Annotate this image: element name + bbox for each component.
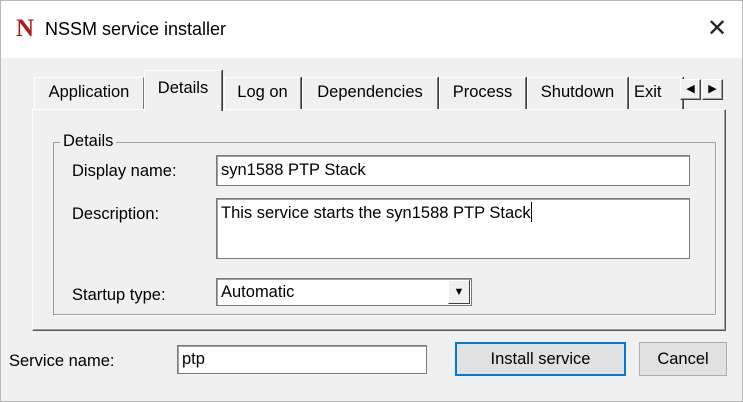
text-caret (530, 202, 532, 222)
tab-log-on[interactable]: Log on (224, 77, 301, 110)
description-label: Description: (72, 205, 160, 223)
tab-label: Log on (237, 83, 288, 101)
dropdown-button[interactable]: ▼ (448, 280, 470, 304)
tab-label: Process (452, 83, 513, 101)
tab-scroll-right-button[interactable]: ▶ (702, 79, 723, 100)
close-icon: ✕ (706, 15, 728, 42)
cancel-label: Cancel (657, 350, 709, 368)
description-textarea[interactable]: This service starts the syn1588 PTP Stac… (216, 198, 690, 259)
install-service-button[interactable]: Install service (455, 342, 626, 376)
details-group-label: Details (60, 130, 117, 152)
display-name-input[interactable]: syn1588 PTP Stack (216, 155, 690, 186)
display-name-label: Display name: (72, 162, 177, 180)
service-name-input[interactable]: ptp (177, 345, 427, 374)
display-name-value: syn1588 PTP Stack (221, 161, 366, 179)
tab-exit[interactable]: Exit (629, 77, 683, 110)
arrow-right-icon: ▶ (708, 83, 717, 95)
tab-label: Dependencies (317, 83, 423, 101)
arrow-left-icon: ◀ (686, 83, 695, 95)
title-bar: N NSSM service installer ✕ (1, 1, 742, 58)
tab-shutdown[interactable]: Shutdown (527, 77, 628, 110)
tab-label: Exit (634, 83, 662, 101)
service-name-value: ptp (182, 350, 205, 368)
tab-label: Shutdown (540, 83, 615, 101)
service-name-label: Service name: (9, 352, 115, 370)
tab-scroll-left-button[interactable]: ◀ (680, 79, 701, 100)
tab-label: Details (157, 79, 209, 97)
window-title: NSSM service installer (45, 19, 227, 39)
tab-dependencies[interactable]: Dependencies (302, 77, 438, 110)
nssm-app-icon: N (16, 15, 35, 42)
close-button[interactable]: ✕ (695, 11, 739, 47)
tab-process[interactable]: Process (439, 77, 526, 110)
startup-type-value: Automatic (221, 283, 295, 301)
startup-type-label: Startup type: (72, 286, 166, 304)
tab-label: Application (48, 83, 130, 101)
startup-type-select[interactable]: Automatic ▼ (216, 278, 472, 306)
tab-application[interactable]: Application (34, 77, 144, 110)
tab-details[interactable]: Details (144, 70, 222, 111)
chevron-down-icon: ▼ (453, 286, 465, 298)
description-value: This service starts the syn1588 PTP Stac… (221, 204, 531, 222)
cancel-button[interactable]: Cancel (639, 342, 727, 376)
install-service-label: Install service (490, 350, 591, 368)
